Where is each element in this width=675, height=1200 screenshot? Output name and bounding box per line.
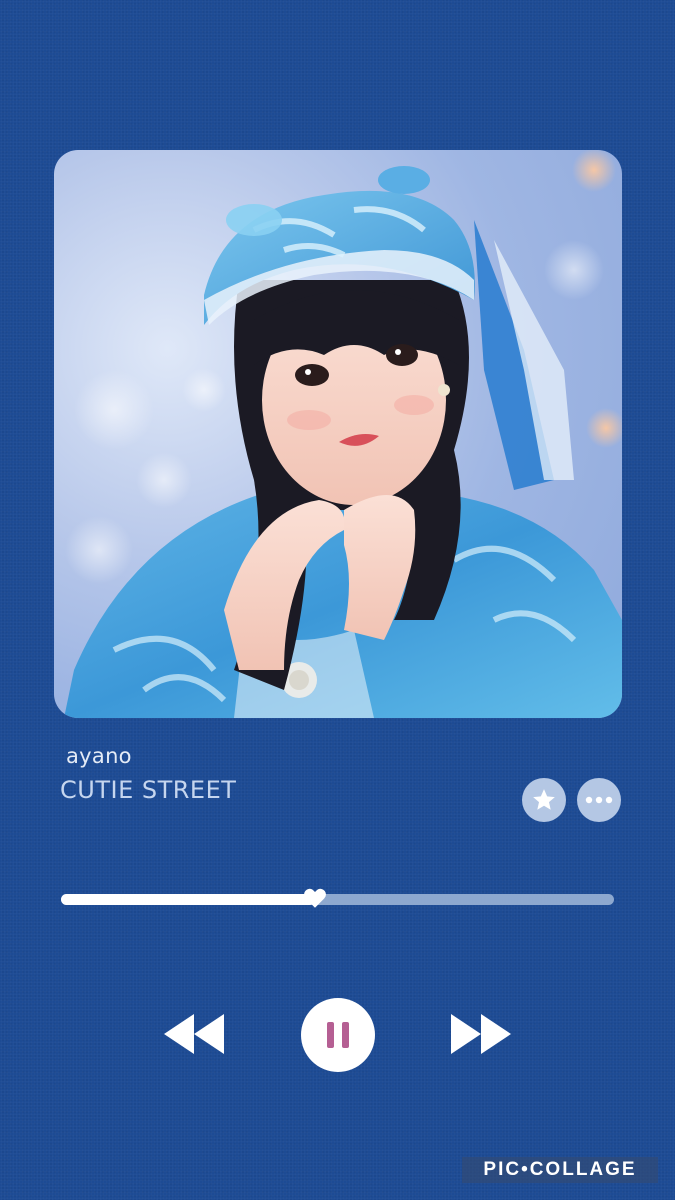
song-title: CUTIE STREET [60, 776, 237, 804]
progress-thumb-heart-icon[interactable] [302, 885, 328, 911]
progress-bar[interactable] [61, 888, 614, 908]
pause-icon [323, 1022, 353, 1048]
rewind-button[interactable] [160, 1008, 228, 1060]
artist-name: ayano [66, 744, 132, 768]
ellipsis-icon [585, 796, 613, 804]
more-options-button[interactable] [577, 778, 621, 822]
pause-button[interactable] [301, 998, 375, 1072]
fast-forward-icon [451, 1014, 511, 1054]
star-icon [533, 789, 555, 810]
rewind-icon [164, 1014, 224, 1054]
pic-collage-watermark: PIC•COLLAGE [462, 1157, 658, 1183]
album-cover [54, 150, 622, 718]
favorite-button[interactable] [522, 778, 566, 822]
fast-forward-button[interactable] [447, 1008, 515, 1060]
album-cover-photo [64, 150, 622, 718]
progress-played [61, 894, 316, 905]
